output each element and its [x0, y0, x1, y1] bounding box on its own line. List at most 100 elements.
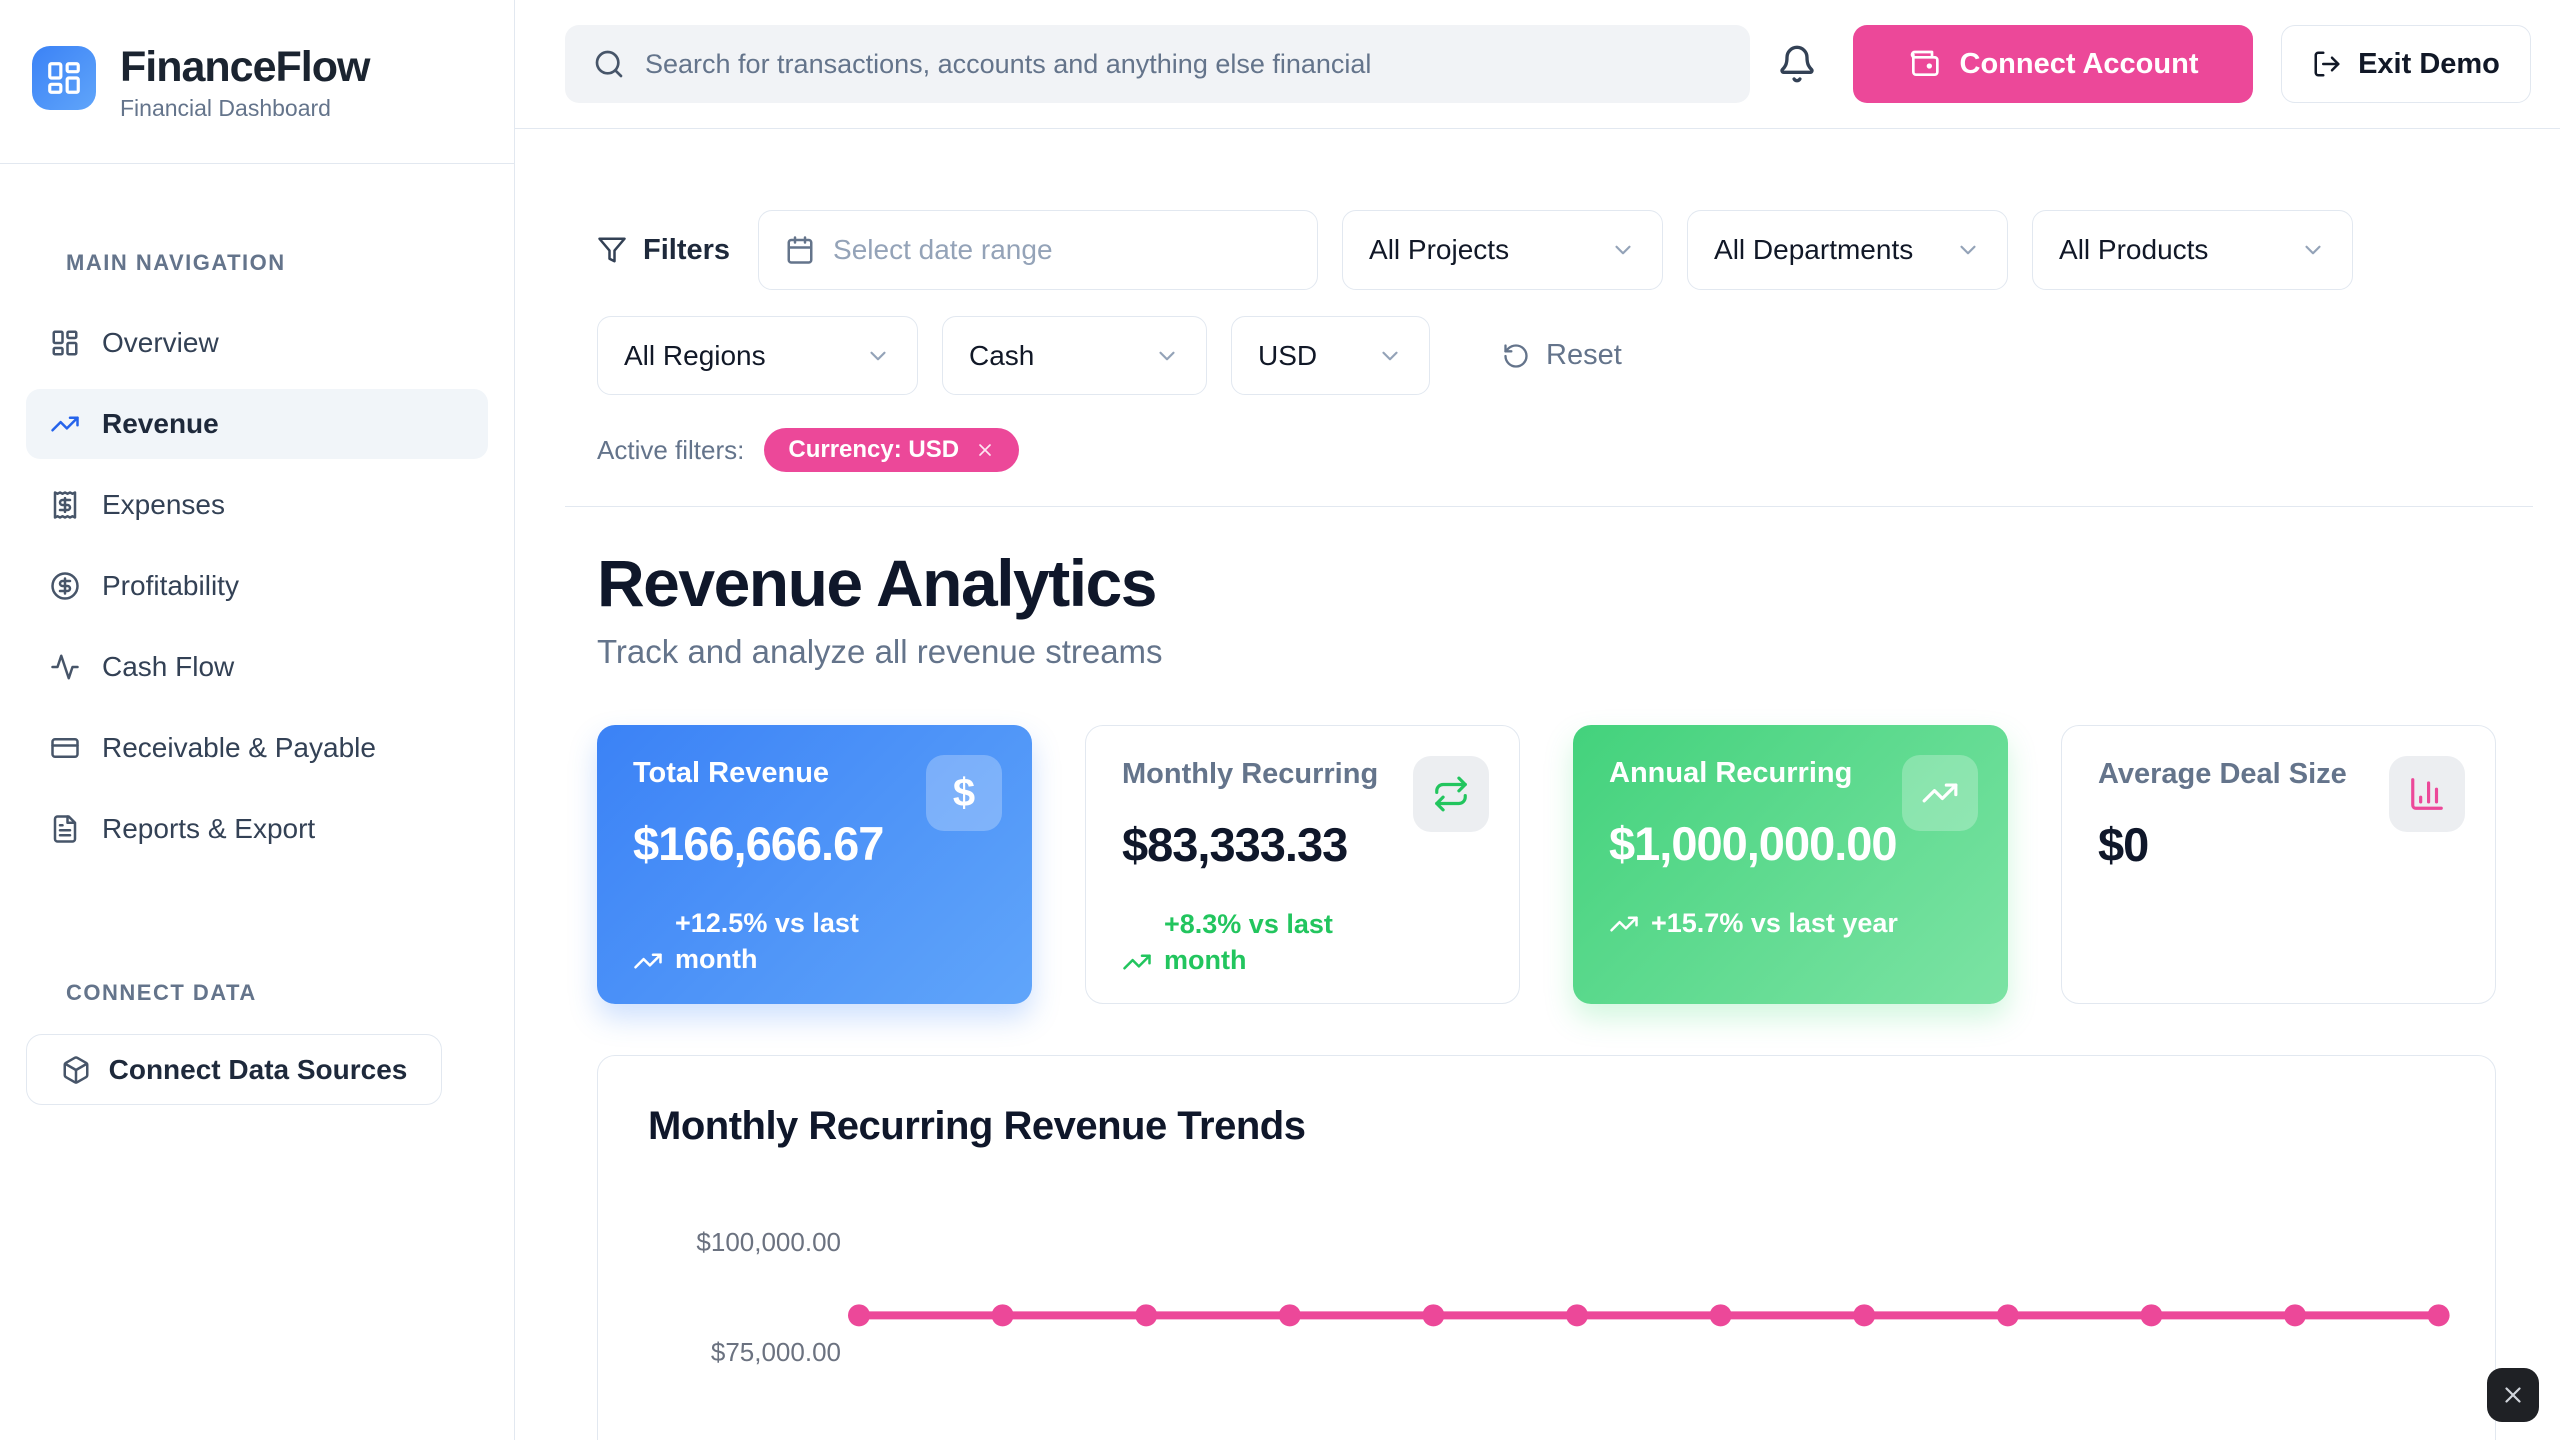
section-divider	[565, 506, 2533, 507]
chevron-down-icon	[1377, 343, 1403, 369]
brand-name: FinanceFlow	[120, 44, 369, 91]
chart-title: Monthly Recurring Revenue Trends	[648, 1104, 2495, 1149]
wallet-icon	[1908, 48, 1940, 80]
notifications-button[interactable]	[1777, 44, 1817, 84]
connect-account-button[interactable]: Connect Account	[1853, 25, 2253, 103]
global-search[interactable]	[565, 25, 1750, 103]
reset-filters-button[interactable]: Reset	[1502, 339, 1622, 372]
page-title: Revenue Analytics	[597, 545, 2496, 621]
dollar-icon: $	[926, 755, 1002, 831]
projects-select[interactable]: All Projects	[1342, 210, 1663, 290]
credit-card-icon	[50, 733, 80, 763]
chevron-down-icon	[1610, 237, 1636, 263]
departments-select-value: All Departments	[1714, 234, 1913, 266]
data-point-marker[interactable]	[1710, 1304, 1732, 1326]
filters-label: Filters	[643, 234, 730, 267]
metric-card-total-revenue: Total Revenue $ $166,666.67 +12.5% vs la…	[597, 725, 1032, 1004]
sidebar-item-revenue[interactable]: Revenue	[26, 389, 488, 459]
mrr-line-chart: $100,000.00$75,000.00$50,000.00	[648, 1162, 2497, 1440]
sidebar-item-label: Expenses	[102, 489, 225, 521]
chevron-down-icon	[1955, 237, 1981, 263]
payment-method-select-value: Cash	[969, 340, 1034, 372]
trending-up-icon	[1122, 947, 1152, 977]
topbar: Connect Account Exit Demo	[515, 0, 2560, 129]
calendar-icon	[785, 235, 815, 265]
data-point-marker[interactable]	[1997, 1304, 2019, 1326]
nav-section-label: MAIN NAVIGATION	[0, 250, 514, 276]
active-filters-label: Active filters:	[597, 435, 744, 466]
exit-demo-label: Exit Demo	[2358, 48, 2500, 81]
products-select-value: All Products	[2059, 234, 2208, 266]
active-filters-row: Active filters: Currency: USD	[597, 428, 2496, 472]
sidebar-item-label: Receivable & Payable	[102, 732, 376, 764]
data-point-marker[interactable]	[1853, 1304, 1875, 1326]
main-navigation: Overview Revenue Expenses Profitability …	[0, 276, 514, 864]
filter-funnel-icon	[597, 235, 627, 265]
active-filter-chip-currency[interactable]: Currency: USD	[764, 428, 1019, 472]
filters-row-1: Filters All Projects All Departments All…	[597, 210, 2496, 290]
data-point-marker[interactable]	[1135, 1304, 1157, 1326]
data-point-marker[interactable]	[992, 1304, 1014, 1326]
receipt-icon	[50, 490, 80, 520]
currency-select-value: USD	[1258, 340, 1317, 372]
metric-card-average-deal-size: Average Deal Size $0	[2061, 725, 2496, 1004]
sidebar-item-label: Revenue	[102, 408, 219, 440]
data-point-marker[interactable]	[1279, 1304, 1301, 1326]
date-range-input[interactable]	[833, 234, 1291, 266]
sidebar-item-label: Cash Flow	[102, 651, 234, 683]
close-overlay-button[interactable]	[2487, 1368, 2539, 1422]
sidebar-item-label: Reports & Export	[102, 813, 315, 845]
connect-data-sources-label: Connect Data Sources	[109, 1054, 408, 1086]
repeat-icon	[1413, 756, 1489, 832]
products-select[interactable]: All Products	[2032, 210, 2353, 290]
brand-tagline: Financial Dashboard	[120, 95, 369, 122]
data-point-marker[interactable]	[1422, 1304, 1444, 1326]
trending-up-icon	[50, 409, 80, 439]
package-icon	[61, 1055, 91, 1085]
sidebar-item-reports-export[interactable]: Reports & Export	[26, 794, 488, 864]
connect-data-sources-button[interactable]: Connect Data Sources	[26, 1034, 442, 1105]
active-filter-chip-label: Currency: USD	[788, 436, 959, 464]
remove-filter-x-icon[interactable]	[975, 440, 995, 460]
date-range-picker[interactable]	[758, 210, 1318, 290]
exit-demo-button[interactable]: Exit Demo	[2281, 25, 2531, 103]
layout-dashboard-icon	[50, 328, 80, 358]
payment-method-select[interactable]: Cash	[942, 316, 1207, 395]
metric-change: +12.5% vs last month	[633, 905, 996, 978]
currency-select[interactable]: USD	[1231, 316, 1430, 395]
y-axis-tick-label: $75,000.00	[648, 1337, 841, 1368]
page-subtitle: Track and analyze all revenue streams	[597, 633, 2496, 671]
sidebar-item-cash-flow[interactable]: Cash Flow	[26, 632, 488, 702]
connect-section-label: CONNECT DATA	[0, 980, 514, 1006]
sidebar-item-expenses[interactable]: Expenses	[26, 470, 488, 540]
data-point-marker[interactable]	[1566, 1304, 1588, 1326]
metric-card-monthly-recurring: Monthly Recurring $83,333.33 +8.3% vs la…	[1085, 725, 1520, 1004]
trending-up-icon	[633, 946, 663, 976]
file-text-icon	[50, 814, 80, 844]
bar-chart-icon	[2389, 756, 2465, 832]
sidebar-item-receivable-payable[interactable]: Receivable & Payable	[26, 713, 488, 783]
data-point-marker[interactable]	[2140, 1304, 2162, 1326]
search-icon	[593, 48, 625, 80]
regions-select-value: All Regions	[624, 340, 766, 372]
reset-label: Reset	[1546, 339, 1622, 372]
metric-card-annual-recurring: Annual Recurring $1,000,000.00 +15.7% vs…	[1573, 725, 2008, 1004]
data-point-marker[interactable]	[848, 1304, 870, 1326]
data-point-marker[interactable]	[2284, 1304, 2306, 1326]
search-input[interactable]	[645, 49, 1722, 80]
sidebar-item-profitability[interactable]: Profitability	[26, 551, 488, 621]
metric-change: +15.7% vs last year	[1609, 905, 1972, 941]
data-point-marker[interactable]	[2428, 1304, 2450, 1326]
sidebar-item-overview[interactable]: Overview	[26, 308, 488, 378]
projects-select-value: All Projects	[1369, 234, 1509, 266]
chevron-down-icon	[1154, 343, 1180, 369]
sidebar: FinanceFlow Financial Dashboard MAIN NAV…	[0, 0, 515, 1440]
trending-up-icon	[1902, 755, 1978, 831]
connect-account-label: Connect Account	[1960, 48, 2199, 81]
filters-heading: Filters	[597, 234, 730, 267]
regions-select[interactable]: All Regions	[597, 316, 918, 395]
departments-select[interactable]: All Departments	[1687, 210, 2008, 290]
log-out-icon	[2312, 49, 2342, 79]
activity-icon	[50, 652, 80, 682]
mrr-trends-panel: Monthly Recurring Revenue Trends $100,00…	[597, 1055, 2496, 1440]
